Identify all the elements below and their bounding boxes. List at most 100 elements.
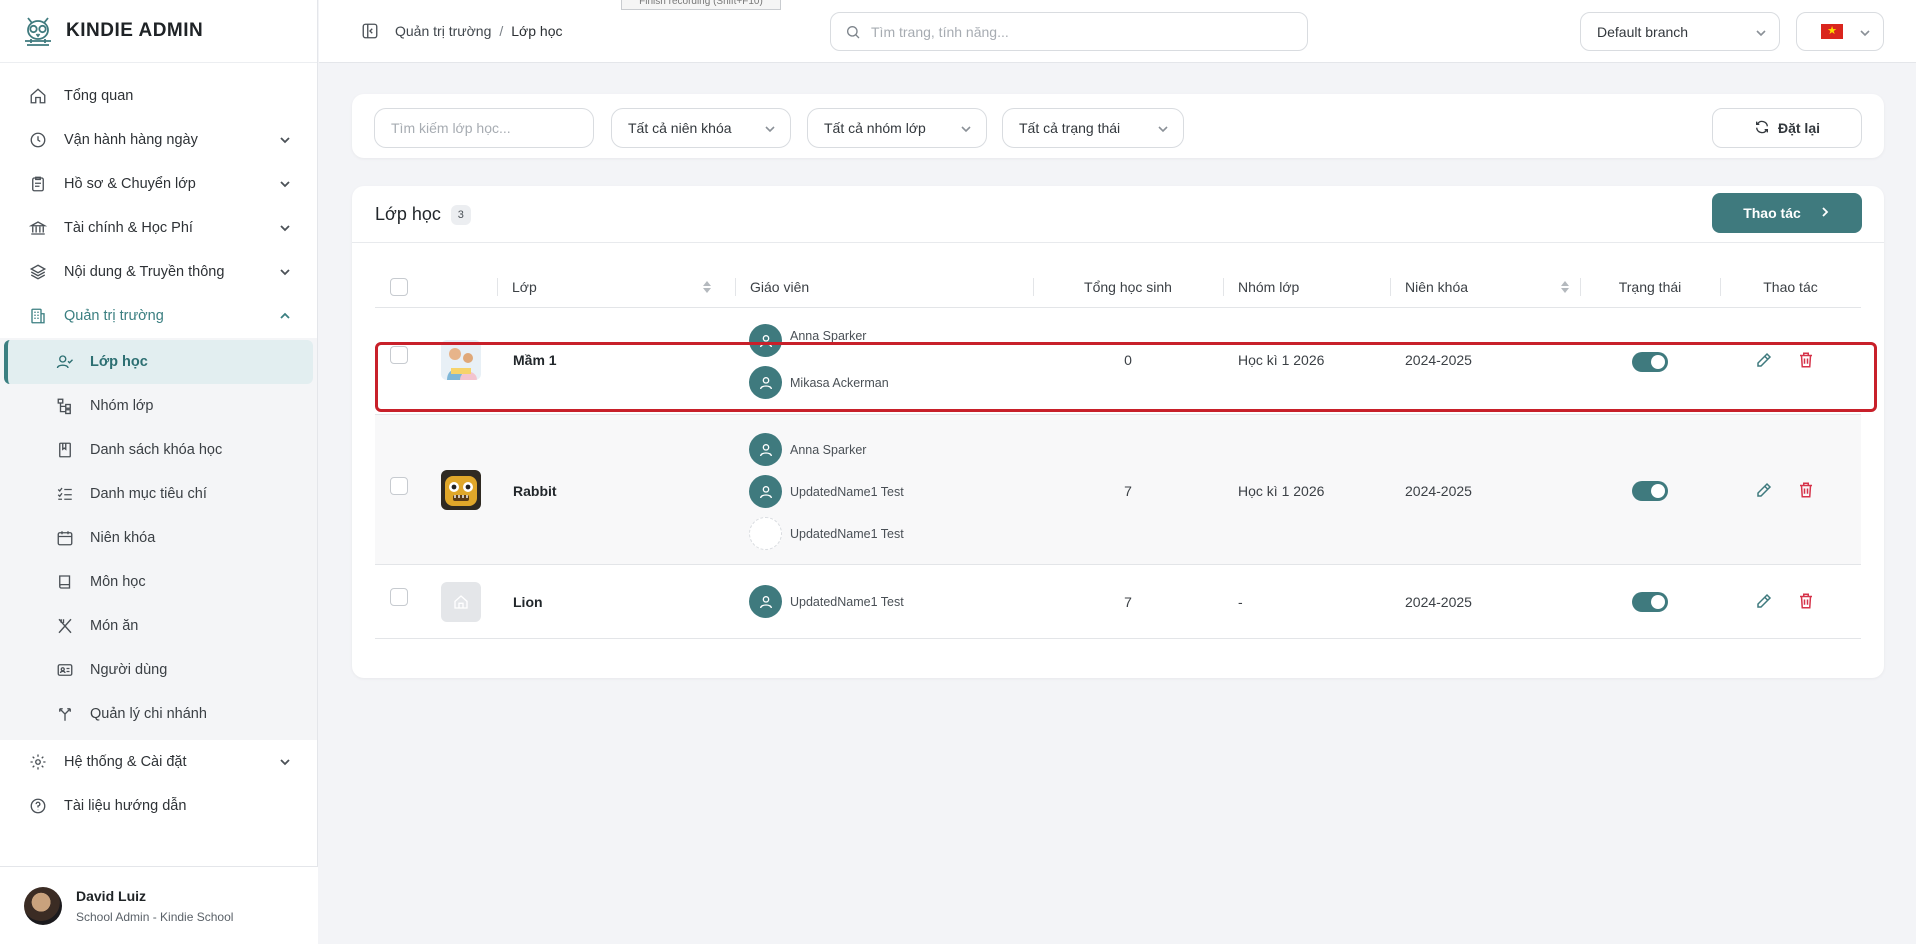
sidebar-subitem-course-list[interactable]: Danh sách khóa học	[4, 428, 313, 472]
global-search[interactable]	[830, 12, 1308, 51]
reset-filters-label: Đặt lại	[1777, 120, 1820, 136]
class-search-input[interactable]	[391, 120, 579, 136]
chevron-down-icon	[279, 755, 293, 769]
clock-icon	[28, 130, 48, 150]
table-row[interactable]: Rabbit Anna Sparker UpdatedName1 Test Up…	[375, 415, 1861, 565]
class-group: -	[1238, 594, 1243, 610]
edit-button[interactable]	[1754, 591, 1774, 611]
sidebar-toggle-icon[interactable]	[361, 22, 379, 40]
school-year: 2024-2025	[1405, 483, 1472, 499]
count-badge: 3	[450, 204, 471, 225]
branch-select[interactable]: Default branch	[1580, 12, 1780, 51]
bulk-actions-button[interactable]: Thao tác	[1712, 193, 1862, 233]
teacher-name: Mikasa Ackerman	[790, 375, 889, 390]
user-check-icon	[56, 353, 74, 371]
sidebar-item-system-settings[interactable]: Hệ thống & Cài đặt	[0, 740, 317, 784]
sidebar-item-finance[interactable]: Tài chính & Học Phí	[0, 206, 317, 250]
global-search-input[interactable]	[871, 23, 1271, 40]
table-title-text: Lớp học	[375, 204, 441, 224]
edit-button[interactable]	[1754, 480, 1774, 500]
sidebar-subitem-school-years[interactable]: Niên khóa	[4, 516, 313, 560]
sort-icon[interactable]	[702, 280, 712, 294]
user-profile[interactable]: David Luiz School Admin - Kindie School	[0, 866, 318, 944]
school-year: 2024-2025	[1405, 594, 1472, 610]
sidebar-subitem-class-groups[interactable]: Nhóm lớp	[4, 384, 313, 428]
school-admin-submenu: Lớp học Nhóm lớp Danh sách khóa học Danh…	[0, 338, 317, 740]
id-card-icon	[56, 661, 74, 679]
sidebar-subitem-dishes[interactable]: Món ăn	[4, 604, 313, 648]
sidebar-item-content[interactable]: Nội dung & Truyền thông	[0, 250, 317, 294]
teacher-name: Anna Sparker	[790, 328, 867, 343]
user-avatar-icon	[749, 585, 782, 618]
sidebar-subitem-label: Danh mục tiêu chí	[90, 486, 207, 502]
logo-bar: KINDIE ADMIN	[0, 0, 317, 63]
top-header: Quản trị trường / Lớp học Finish recordi…	[319, 0, 1916, 63]
row-checkbox[interactable]	[390, 477, 408, 495]
row-checkbox[interactable]	[390, 346, 408, 364]
table-row[interactable]: Mầm 1 Anna Sparker Mikasa Ackerman 0 Học…	[375, 308, 1861, 415]
select-all-checkbox-cell	[390, 266, 408, 308]
sidebar-item-overview[interactable]: Tổng quan	[0, 74, 317, 118]
column-class[interactable]: Lớp	[497, 266, 717, 308]
user-avatar-icon	[749, 366, 782, 399]
sidebar-subitem-label: Nhóm lớp	[90, 398, 154, 414]
row-checkbox-cell	[390, 346, 408, 364]
class-group: Học kì 1 2026	[1238, 483, 1325, 499]
group-filter-select[interactable]: Tất cả nhóm lớp	[807, 108, 987, 148]
sidebar-subitem-branches[interactable]: Quản lý chi nhánh	[4, 692, 313, 736]
sidebar-item-documentation[interactable]: Tài liệu hướng dẫn	[0, 784, 317, 828]
column-year[interactable]: Niên khóa	[1390, 266, 1580, 308]
teacher-name: UpdatedName1 Test	[790, 526, 904, 541]
row-checkbox-cell	[390, 477, 408, 495]
sidebar-subitem-label: Niên khóa	[90, 530, 156, 546]
sidebar-subitem-label: Lớp học	[90, 354, 148, 370]
status-toggle-cell	[1632, 481, 1668, 501]
bookmark-book-icon	[56, 441, 74, 459]
delete-button[interactable]	[1796, 350, 1816, 370]
language-select[interactable]: ★	[1796, 12, 1884, 51]
column-group: Nhóm lớp	[1223, 266, 1389, 308]
row-checkbox[interactable]	[390, 588, 408, 606]
sidebar-item-label: Hệ thống & Cài đặt	[64, 754, 187, 770]
sidebar-item-label: Quản trị trường	[64, 308, 164, 324]
teacher-entry: Anna Sparker	[749, 324, 866, 357]
sidebar-subitem-subjects[interactable]: Môn học	[4, 560, 313, 604]
sidebar-item-label: Tài liệu hướng dẫn	[64, 798, 187, 814]
status-filter-select[interactable]: Tất cả trạng thái	[1002, 108, 1184, 148]
breadcrumb-current: Lớp học	[511, 23, 563, 39]
building-icon	[28, 306, 48, 326]
checklist-icon	[56, 485, 74, 503]
table-row[interactable]: Lion UpdatedName1 Test 7 - 2024-2025	[375, 565, 1861, 639]
clipboard-icon	[28, 174, 48, 194]
breadcrumb-parent[interactable]: Quản trị trường	[395, 23, 491, 39]
delete-button[interactable]	[1796, 591, 1816, 611]
select-all-checkbox[interactable]	[390, 278, 408, 296]
pencil-icon	[1754, 591, 1774, 611]
git-branch-icon	[56, 705, 74, 723]
class-search-field[interactable]	[374, 108, 594, 148]
sidebar-subitem-classes[interactable]: Lớp học	[4, 340, 313, 384]
year-filter-value: Tất cả niên khóa	[628, 120, 732, 136]
teacher-name: UpdatedName1 Test	[790, 594, 904, 609]
sidebar-item-daily-operations[interactable]: Vận hành hàng ngày	[0, 118, 317, 162]
delete-button[interactable]	[1796, 480, 1816, 500]
layers-icon	[28, 262, 48, 282]
sidebar-item-school-admin[interactable]: Quản trị trường	[0, 294, 317, 338]
sidebar-subitem-label: Môn học	[90, 574, 146, 590]
table-card-header: Lớp học 3 Thao tác	[352, 186, 1884, 243]
edit-button[interactable]	[1754, 350, 1774, 370]
status-toggle[interactable]	[1632, 481, 1668, 501]
sidebar-item-label: Vận hành hàng ngày	[64, 132, 198, 148]
sidebar-subitem-criteria[interactable]: Danh mục tiêu chí	[4, 472, 313, 516]
status-toggle[interactable]	[1632, 352, 1668, 372]
recording-tooltip: Finish recording (Shift+F10)	[621, 0, 781, 10]
pencil-icon	[1754, 350, 1774, 370]
status-toggle[interactable]	[1632, 592, 1668, 612]
reset-filters-button[interactable]: Đặt lại	[1712, 108, 1862, 148]
sidebar-subitem-users[interactable]: Người dùng	[4, 648, 313, 692]
column-year-label: Niên khóa	[1405, 279, 1469, 295]
sort-icon[interactable]	[1560, 280, 1570, 294]
column-teacher: Giáo viên	[735, 266, 1035, 308]
sidebar-item-records[interactable]: Hồ sơ & Chuyển lớp	[0, 162, 317, 206]
year-filter-select[interactable]: Tất cả niên khóa	[611, 108, 791, 148]
